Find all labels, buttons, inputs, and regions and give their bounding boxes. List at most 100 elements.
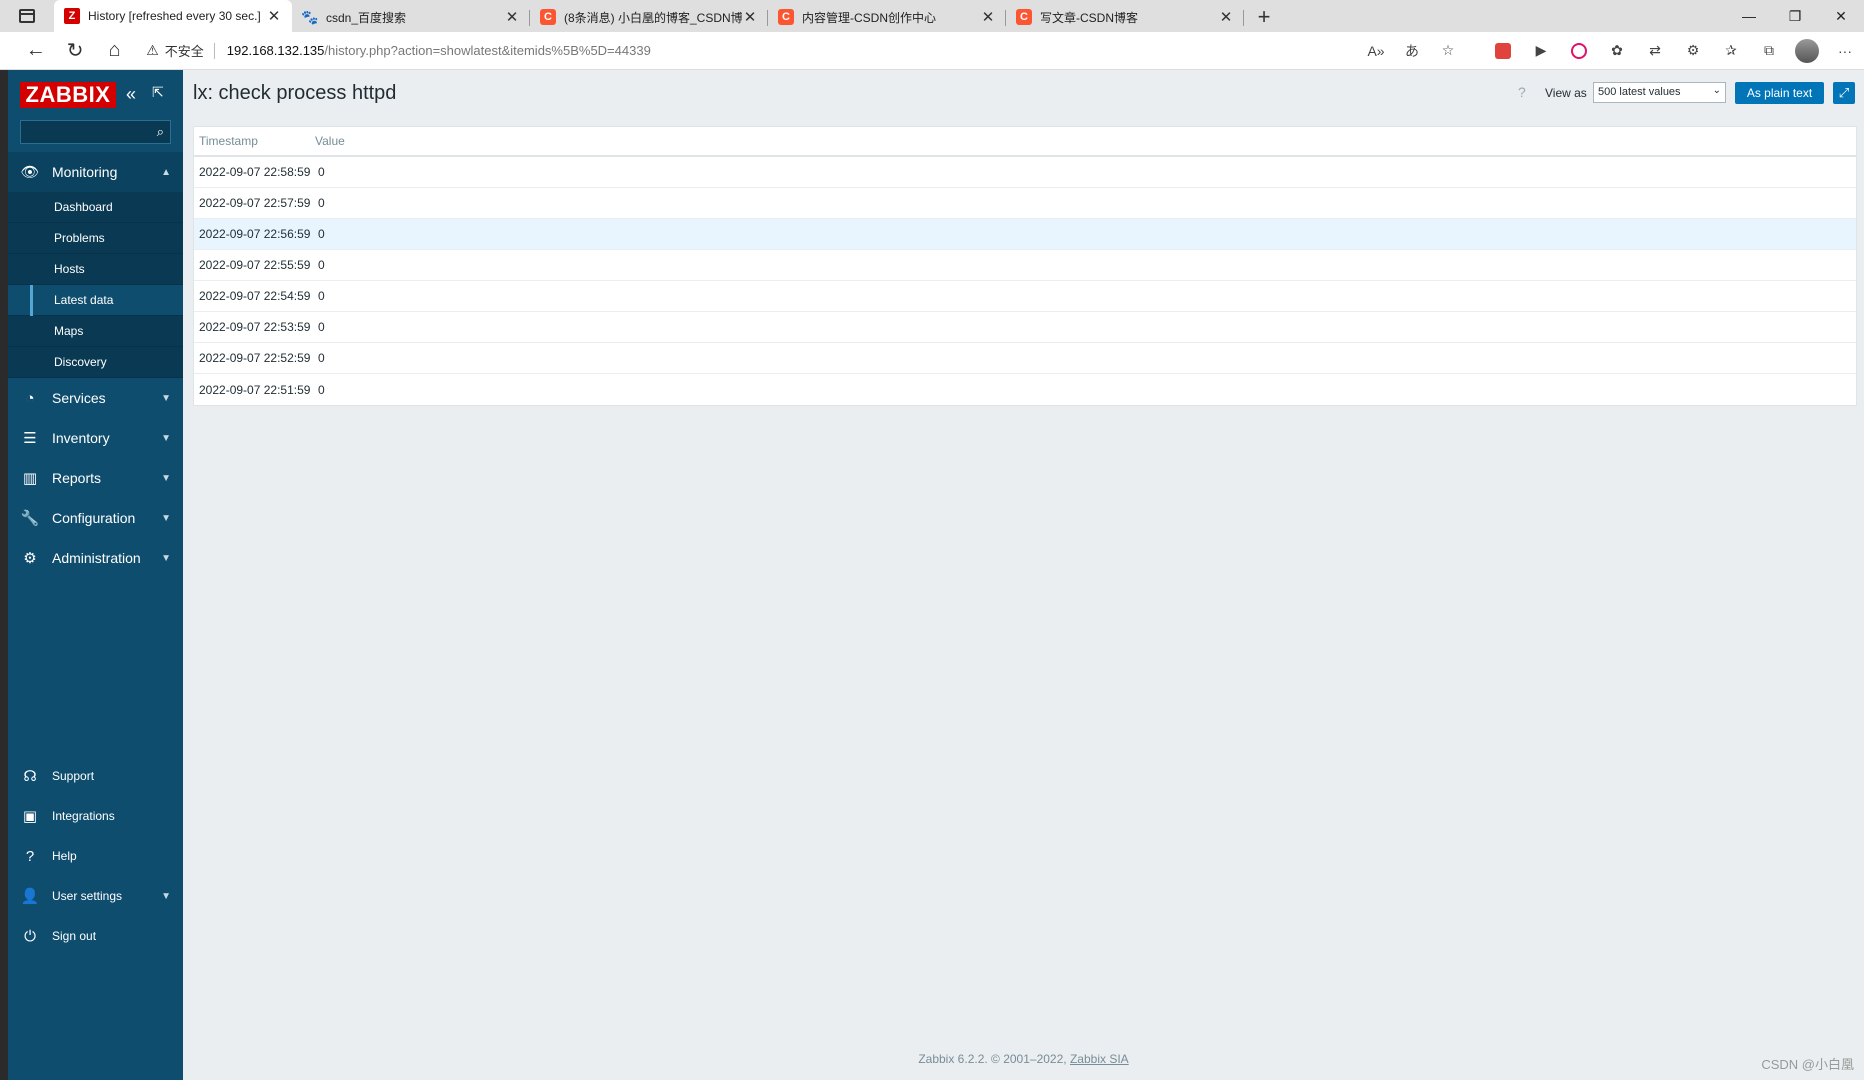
browser-tab-csdn-blog[interactable]: C (8条消息) 小白凰的博客_CSDN博 ✕ xyxy=(530,2,768,32)
extension-color-icon[interactable]: ✿ xyxy=(1598,42,1636,59)
menu-support[interactable]: ☊ Support xyxy=(8,756,183,796)
extension-red-icon[interactable] xyxy=(1484,42,1522,59)
url-host: 192.168.132.135 xyxy=(226,43,325,58)
monitoring-submenu: Dashboard Problems Hosts Latest data Map… xyxy=(8,192,183,378)
search-icon[interactable]: ⌕ xyxy=(157,124,164,140)
menu-administration[interactable]: ⚙ Administration ▼ xyxy=(8,538,183,578)
extension-sync-icon[interactable]: ⇄ xyxy=(1636,42,1674,59)
new-tab-button[interactable]: + xyxy=(1244,2,1284,32)
zabbix-app: ZABBIX « ⇱ ⌕ 👁 Monitoring ▲ Dashboard Pr… xyxy=(8,70,1864,1080)
cell-value: 0 xyxy=(318,165,325,179)
fullscreen-button[interactable]: ⤢ xyxy=(1833,82,1855,104)
footer-link[interactable]: Zabbix SIA xyxy=(1070,1052,1129,1066)
menu-label: Support xyxy=(52,769,95,783)
collapse-sidebar-icon[interactable]: « xyxy=(126,84,136,105)
read-aloud-icon[interactable]: A» xyxy=(1358,43,1394,59)
tab-title: 内容管理-CSDN创作中心 xyxy=(802,10,936,25)
close-icon[interactable]: ✕ xyxy=(980,8,996,26)
cell-value: 0 xyxy=(318,351,325,365)
close-icon[interactable]: ✕ xyxy=(742,8,758,26)
view-as-select[interactable]: 500 latest values ⌄ xyxy=(1593,82,1726,103)
extensions-icon[interactable]: ⚙ xyxy=(1674,42,1712,59)
submenu-problems[interactable]: Problems xyxy=(8,223,183,254)
bar-chart-icon: ▥ xyxy=(22,470,38,487)
chevron-down-icon: ▼ xyxy=(161,552,171,564)
cell-timestamp: 2022-09-07 22:51:59 xyxy=(199,382,311,397)
menu-monitoring[interactable]: 👁 Monitoring ▲ xyxy=(8,152,183,192)
home-icon[interactable]: ⌂ xyxy=(95,39,134,62)
table-row: 2022-09-07 22:56:59 0 xyxy=(194,219,1856,250)
tab-title: (8条消息) 小白凰的博客_CSDN博 xyxy=(564,10,742,25)
close-icon[interactable]: ✕ xyxy=(266,7,282,25)
table-row: 2022-09-07 22:52:59 0 xyxy=(194,343,1856,374)
menu-configuration[interactable]: 🔧 Configuration ▼ xyxy=(8,498,183,538)
csdn-icon: C xyxy=(1016,9,1032,25)
translate-icon[interactable]: あ xyxy=(1394,41,1430,61)
submenu-dashboard[interactable]: Dashboard xyxy=(8,192,183,223)
tab-actions-icon xyxy=(19,9,35,23)
browser-tab-baidu[interactable]: 🐾 csdn_百度搜索 ✕ xyxy=(292,2,530,32)
menu-reports[interactable]: ▥ Reports ▼ xyxy=(8,458,183,498)
browser-tab-csdn-write[interactable]: C 写文章-CSDN博客 ✕ xyxy=(1006,2,1244,32)
menu-inventory[interactable]: ☰ Inventory ▼ xyxy=(8,418,183,458)
warning-icon: ⚠ xyxy=(146,42,159,58)
zabbix-logo[interactable]: ZABBIX xyxy=(20,82,116,108)
play-icon[interactable]: ▶ xyxy=(1522,42,1560,59)
cell-timestamp: 2022-09-07 22:56:59 xyxy=(199,227,311,241)
extension-record-icon[interactable] xyxy=(1560,42,1598,59)
baidu-icon: 🐾 xyxy=(301,8,319,25)
cell-timestamp: 2022-09-07 22:52:59 xyxy=(199,351,311,365)
menu-label: Sign out xyxy=(52,929,97,943)
submenu-maps[interactable]: Maps xyxy=(8,316,183,347)
menu-services[interactable]: ◔ Services ▼ xyxy=(8,378,183,418)
cell-timestamp: 2022-09-07 22:55:59 xyxy=(199,258,311,272)
help-icon[interactable]: ? xyxy=(1518,84,1526,100)
sidebar: ZABBIX « ⇱ ⌕ 👁 Monitoring ▲ Dashboard Pr… xyxy=(8,70,183,1080)
chevron-down-icon: ▼ xyxy=(161,890,171,902)
table-row: 2022-09-07 22:58:59 0 xyxy=(194,157,1856,188)
menu-label: Services xyxy=(52,390,106,406)
menu-help[interactable]: ? Help xyxy=(8,836,183,876)
chevron-down-icon: ▼ xyxy=(161,472,171,484)
submenu-hosts[interactable]: Hosts xyxy=(8,254,183,285)
extensions-bar: ▶ ✿ ⇄ ⚙ ✰ ⧉ ··· xyxy=(1484,38,1864,63)
help-icon: ? xyxy=(25,847,35,865)
window-controls: — ❐ ✕ xyxy=(1726,0,1864,32)
menu-user-settings[interactable]: 👤 User settings ▼ xyxy=(8,876,183,916)
address-bar[interactable]: ⚠ 不安全 192.168.132.135/history.php?action… xyxy=(146,36,1358,66)
close-icon[interactable]: ✕ xyxy=(504,8,520,26)
restore-icon[interactable]: ❐ xyxy=(1772,8,1818,25)
more-icon[interactable]: ··· xyxy=(1826,43,1864,59)
menu-label: Monitoring xyxy=(52,164,118,180)
search-input[interactable]: ⌕ xyxy=(20,120,171,144)
collections-icon[interactable]: ⧉ xyxy=(1750,42,1788,59)
kiosk-mode-icon[interactable]: ⇱ xyxy=(152,84,164,101)
close-window-icon[interactable]: ✕ xyxy=(1818,8,1864,25)
profile-avatar[interactable] xyxy=(1788,38,1826,63)
table-row: 2022-09-07 22:57:59 0 xyxy=(194,188,1856,219)
csdn-icon: C xyxy=(778,9,794,25)
submenu-discovery[interactable]: Discovery xyxy=(8,347,183,378)
tab-title: History [refreshed every 30 sec.] xyxy=(88,9,261,23)
minimize-icon[interactable]: — xyxy=(1726,8,1772,24)
browser-toolbar: ← ↻ ⌂ ⚠ 不安全 192.168.132.135/history.php?… xyxy=(0,32,1864,70)
menu-integrations[interactable]: ▣ Integrations xyxy=(8,796,183,836)
browser-tab-csdn-manage[interactable]: C 内容管理-CSDN创作中心 ✕ xyxy=(768,2,1006,32)
browser-tabstrip: Z History [refreshed every 30 sec.] ✕ 🐾 … xyxy=(0,0,1864,32)
csdn-icon: C xyxy=(540,9,556,25)
menu-label: User settings xyxy=(52,889,123,903)
favorite-add-icon[interactable]: ☆ xyxy=(1430,42,1466,59)
tab-actions-menu[interactable] xyxy=(0,0,54,32)
column-header-value: Value xyxy=(315,134,345,148)
close-icon[interactable]: ✕ xyxy=(1218,8,1234,26)
back-icon[interactable]: ← xyxy=(16,39,55,62)
favorites-icon[interactable]: ✰ xyxy=(1712,42,1750,59)
browser-tab-history[interactable]: Z History [refreshed every 30 sec.] ✕ xyxy=(54,0,292,32)
chevron-down-icon: ▼ xyxy=(161,512,171,524)
footer-text: Zabbix 6.2.2. © 2001–2022, xyxy=(918,1052,1067,1066)
cell-timestamp: 2022-09-07 22:58:59 xyxy=(199,165,311,179)
submenu-latest-data[interactable]: Latest data xyxy=(8,285,183,316)
as-plain-text-button[interactable]: As plain text xyxy=(1735,82,1824,104)
refresh-icon[interactable]: ↻ xyxy=(55,38,94,63)
menu-sign-out[interactable]: ⏻ Sign out xyxy=(8,916,183,956)
